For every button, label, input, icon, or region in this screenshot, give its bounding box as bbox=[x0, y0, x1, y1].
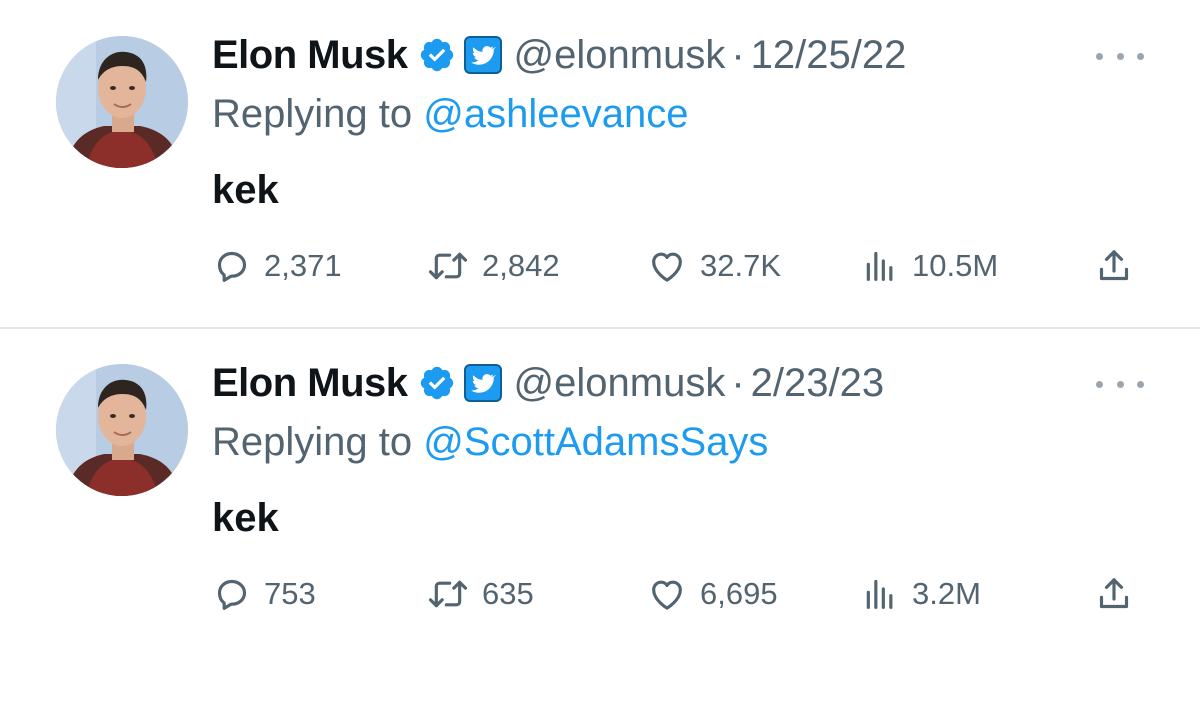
tweet-date[interactable]: 12/25/22 bbox=[751, 33, 907, 78]
verified-badge-icon bbox=[418, 364, 456, 402]
replying-to-mention[interactable]: @ScottAdamsSays bbox=[423, 420, 768, 464]
tweet-header: Elon Musk @elonmusk · 12/25/22 bbox=[212, 26, 1112, 84]
like-button[interactable]: 32.7K bbox=[646, 240, 781, 292]
replying-to-line: Replying to @ashleevance bbox=[212, 92, 688, 137]
retweet-icon bbox=[428, 580, 468, 608]
tweet-header: Elon Musk @elonmusk · 2/23/23 bbox=[212, 354, 1112, 412]
like-count: 32.7K bbox=[700, 248, 782, 283]
views-chart-icon bbox=[866, 579, 893, 609]
reply-count: 2,371 bbox=[264, 248, 342, 283]
tweet-actions: 2,371 2,842 32.7K 10.5M bbox=[212, 240, 1152, 292]
retweet-button[interactable]: 635 bbox=[426, 568, 534, 620]
views-count: 10.5M bbox=[912, 248, 999, 283]
reply-icon bbox=[217, 579, 247, 610]
tweet-text: kek bbox=[212, 168, 279, 212]
twitter-affiliate-icon[interactable] bbox=[463, 364, 502, 402]
reply-count: 753 bbox=[264, 576, 316, 611]
reply-button[interactable]: 2,371 bbox=[212, 240, 342, 292]
tweet-date[interactable]: 2/23/23 bbox=[751, 361, 884, 406]
avatar-image bbox=[56, 36, 188, 168]
retweet-count: 2,842 bbox=[482, 248, 560, 283]
like-button[interactable]: 6,695 bbox=[646, 568, 778, 620]
separator-dot: · bbox=[731, 360, 745, 405]
retweet-count: 635 bbox=[482, 576, 534, 611]
views-chart-icon bbox=[866, 251, 893, 281]
more-options-icon[interactable] bbox=[1096, 48, 1144, 64]
replying-to-mention[interactable]: @ashleevance bbox=[423, 92, 688, 136]
tweet-text: kek bbox=[212, 496, 279, 540]
replying-to-label: Replying to bbox=[212, 420, 424, 464]
views-count: 3.2M bbox=[912, 576, 981, 611]
author-handle[interactable]: @elonmusk bbox=[514, 361, 726, 406]
retweet-icon bbox=[428, 252, 468, 280]
avatar-image bbox=[56, 364, 188, 496]
replying-to-label: Replying to bbox=[212, 92, 424, 136]
reply-button[interactable]: 753 bbox=[212, 568, 316, 620]
share-button[interactable] bbox=[1094, 568, 1134, 620]
share-button[interactable] bbox=[1094, 240, 1134, 292]
views-button[interactable]: 10.5M bbox=[860, 240, 998, 292]
retweet-button[interactable]: 2,842 bbox=[426, 240, 560, 292]
like-count: 6,695 bbox=[700, 576, 778, 611]
tweet-card[interactable]: Elon Musk @elonmusk · 12/25/22 Replying … bbox=[0, 0, 1200, 328]
author-name[interactable]: Elon Musk bbox=[212, 33, 408, 78]
author-handle[interactable]: @elonmusk bbox=[514, 33, 726, 78]
reply-icon bbox=[217, 251, 247, 282]
tweet-actions: 753 635 6,695 3.2M bbox=[212, 568, 1152, 620]
share-icon bbox=[1099, 250, 1129, 281]
verified-badge-icon bbox=[418, 36, 456, 74]
heart-icon bbox=[652, 580, 682, 610]
avatar[interactable] bbox=[56, 36, 188, 168]
separator-dot: · bbox=[731, 32, 745, 77]
author-name[interactable]: Elon Musk bbox=[212, 361, 408, 406]
avatar[interactable] bbox=[56, 364, 188, 496]
tweet-card[interactable]: Elon Musk @elonmusk · 2/23/23 Replying t… bbox=[0, 328, 1200, 656]
more-options-icon[interactable] bbox=[1096, 376, 1144, 392]
views-button[interactable]: 3.2M bbox=[860, 568, 981, 620]
replying-to-line: Replying to @ScottAdamsSays bbox=[212, 420, 768, 465]
twitter-affiliate-icon[interactable] bbox=[463, 36, 502, 74]
share-icon bbox=[1099, 578, 1129, 609]
heart-icon bbox=[652, 252, 682, 282]
